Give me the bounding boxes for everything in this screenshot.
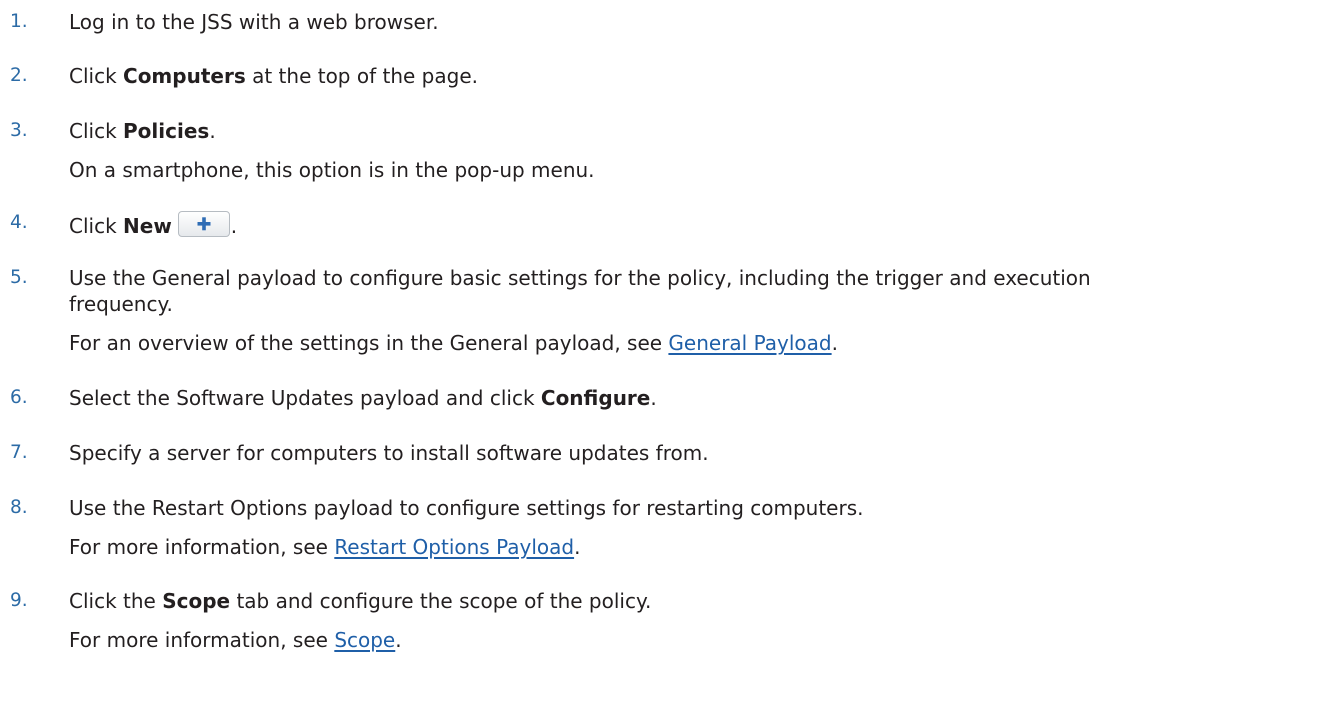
step-number: 4. (10, 212, 28, 233)
step-text: Click Computers at the top of the page. (69, 64, 478, 88)
plus-icon (197, 217, 211, 231)
new-button (177, 211, 230, 237)
step-text: Specify a server for computers to instal… (69, 441, 709, 465)
step-text: Click the Scope tab and configure the sc… (69, 589, 652, 613)
step-note: For more information, see Restart Option… (69, 535, 581, 559)
step-number: 5. (10, 267, 28, 288)
step-number: 7. (10, 442, 28, 463)
ui-term-configure: Configure (540, 386, 651, 410)
general-payload-link[interactable]: General Payload (668, 331, 831, 355)
step-text: Use the General payload to configure bas… (69, 266, 1091, 290)
step-note: For more information, see Scope. (69, 628, 402, 652)
step-number: 3. (10, 120, 28, 141)
step-note: On a smartphone, this option is in the p… (69, 158, 595, 182)
ui-term-scope: Scope (162, 589, 231, 613)
step-number: 1. (10, 11, 28, 32)
step-text: Click New. (69, 211, 237, 238)
ui-term-new: New (123, 214, 172, 238)
step-text: Click Policies. (69, 119, 216, 143)
ui-term-policies: Policies (123, 119, 210, 143)
step-text: Select the Software Updates payload and … (69, 386, 657, 410)
step-text-continued: frequency. (69, 292, 173, 316)
ui-term-computers: Computers (123, 64, 246, 88)
step-number: 8. (10, 497, 28, 518)
restart-options-payload-link[interactable]: Restart Options Payload (334, 535, 574, 559)
step-number: 2. (10, 65, 28, 86)
scope-link[interactable]: Scope (334, 628, 395, 652)
step-text: Log in to the JSS with a web browser. (69, 10, 439, 34)
step-number: 6. (10, 387, 28, 408)
step-text: Use the Restart Options payload to confi… (69, 496, 864, 520)
step-note: For an overview of the settings in the G… (69, 331, 838, 355)
step-number: 9. (10, 590, 28, 611)
